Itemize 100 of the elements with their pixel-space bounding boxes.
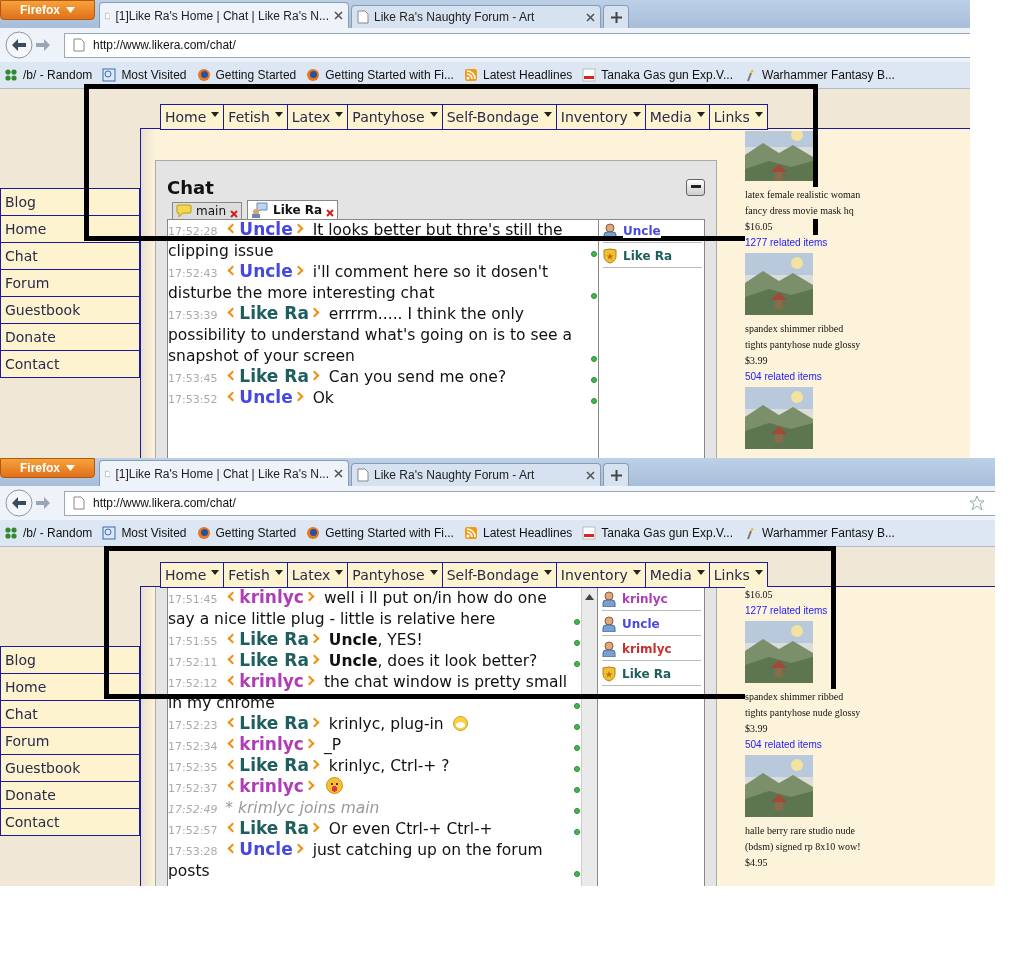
page-icon: [73, 38, 85, 52]
bookmark-label: Getting Started: [215, 68, 297, 82]
bookmark-item[interactable]: Latest Headlines: [463, 526, 573, 540]
user-name[interactable]: Like Ra: [623, 249, 673, 263]
nav-menu-item[interactable]: Pantyhose: [347, 104, 443, 130]
user-name[interactable]: Like Ra: [622, 667, 672, 681]
rss-icon: [463, 526, 478, 540]
new-tab-button[interactable]: [603, 5, 629, 28]
bookmark-item[interactable]: /b/ - Random: [4, 68, 93, 82]
status-dot: [574, 724, 580, 730]
caret-icon: [66, 7, 75, 13]
sidebar-link[interactable]: Home: [0, 215, 140, 242]
user-name[interactable]: krimlyc: [622, 642, 672, 656]
browser-tab[interactable]: [1]Like Ra's Home | Chat | Like Ra's N...: [99, 2, 349, 28]
globe-icon: [306, 526, 321, 540]
nav-menu-item[interactable]: Pantyhose: [347, 562, 443, 588]
chat-message: 17:51:55 Like Ra Uncle, YES!: [168, 630, 424, 651]
nav-menu-item[interactable]: Links: [708, 562, 768, 588]
nav-menu-item[interactable]: Inventory: [555, 562, 646, 588]
caret-icon: [632, 111, 641, 117]
clover-icon: [4, 68, 18, 82]
bookmark-label: /b/ - Random: [23, 526, 93, 540]
shield-icon: [602, 666, 616, 682]
sidebar-link[interactable]: Chat: [0, 700, 140, 727]
sidebar-link[interactable]: Guestbook: [0, 754, 140, 781]
bookmark-item[interactable]: Most Visited: [102, 68, 187, 82]
close-icon[interactable]: [586, 470, 595, 480]
status-dot: [591, 377, 597, 383]
bookmark-label: Most Visited: [121, 68, 187, 82]
url-field[interactable]: http://www.likera.com/chat/: [64, 490, 995, 516]
caret-icon: [696, 111, 705, 117]
caret-icon: [429, 569, 438, 575]
star-icon[interactable]: [969, 495, 985, 511]
caret-icon: [429, 111, 438, 117]
person-icon: [603, 223, 617, 239]
bookmark-item[interactable]: Getting Started: [196, 68, 297, 82]
url-field[interactable]: http://www.likera.com/chat/: [64, 32, 970, 58]
caret-icon: [274, 569, 283, 575]
sidebar-link[interactable]: Home: [0, 673, 140, 700]
nav-menu-item[interactable]: Latex: [286, 104, 349, 130]
nav-menu-item[interactable]: Inventory: [555, 104, 646, 130]
sidebar-link[interactable]: Guestbook: [0, 296, 140, 323]
close-icon[interactable]: [334, 11, 343, 20]
nav-menu-item[interactable]: Self-Bondage: [441, 562, 557, 588]
browser-tab[interactable]: Like Ra's Naughty Forum - Art: [351, 463, 601, 486]
minimize-button[interactable]: [686, 178, 705, 196]
page-icon: [357, 468, 369, 482]
caret-icon: [335, 111, 344, 117]
nav-menu-item[interactable]: Latex: [286, 562, 349, 588]
page-icon: [73, 496, 85, 510]
sidebar-link[interactable]: Blog: [0, 188, 140, 215]
chat-tab[interactable]: main: [172, 202, 242, 219]
user-name[interactable]: Uncle: [622, 617, 660, 631]
bookmark-item[interactable]: Most Visited: [102, 526, 187, 540]
chat-tab[interactable]: Like Ra: [247, 200, 339, 219]
chat-message: 17:53:28 Uncle just catching up on the forum posts: [168, 840, 544, 882]
product-title: (bdsm) signed rp 8x10 wow!: [745, 839, 861, 855]
user-name[interactable]: Uncle: [623, 224, 661, 238]
nav-menu-item[interactable]: Fetish: [223, 104, 288, 130]
caret-icon[interactable]: [585, 594, 594, 600]
nav-menu-item[interactable]: Media: [644, 104, 710, 130]
close-icon[interactable]: [334, 469, 343, 478]
nav-menu-item[interactable]: Media: [644, 562, 710, 588]
sidebar-link[interactable]: Chat: [0, 242, 140, 269]
tab-title: Like Ra's Naughty Forum - Art: [374, 10, 536, 24]
sidebar-link[interactable]: Blog: [0, 646, 140, 673]
bookmark-label: Most Visited: [121, 526, 187, 540]
sidebar-link[interactable]: Contact: [0, 808, 140, 836]
logo-icon: [582, 68, 597, 82]
nav-menu-item[interactable]: Links: [708, 104, 768, 130]
bookmark-label: Latest Headlines: [482, 526, 573, 540]
globe-icon: [196, 526, 211, 540]
close-icon[interactable]: [326, 209, 335, 217]
sidebar-link[interactable]: Donate: [0, 323, 140, 350]
new-tab-button[interactable]: [603, 463, 629, 486]
nav-menu-item[interactable]: Home: [160, 562, 225, 588]
shield-icon: [603, 248, 617, 264]
user-name[interactable]: krinlyc: [622, 592, 668, 606]
bookmark-item[interactable]: Latest Headlines: [463, 68, 573, 82]
chat-message: 17:51:45 krinlyc well i ll put on/in how do one say a nice little plug - little is relative here: [168, 588, 548, 630]
status-dot: [591, 398, 597, 404]
nav-menu-item[interactable]: Self-Bondage: [441, 104, 557, 130]
nav-menu-item[interactable]: Fetish: [223, 562, 288, 588]
browser-tab[interactable]: [1]Like Ra's Home | Chat | Like Ra's N...: [99, 460, 349, 486]
browser-tab[interactable]: Like Ra's Naughty Forum - Art: [351, 5, 601, 28]
sidebar-link[interactable]: Contact: [0, 350, 140, 378]
chat-title: Chat: [167, 176, 214, 198]
status-dot: [574, 703, 580, 709]
sidebar-link[interactable]: Forum: [0, 269, 140, 296]
chat-message: 17:52:37 krinlyc: [168, 777, 573, 798]
sidebar-link[interactable]: Forum: [0, 727, 140, 754]
status-dot: [574, 619, 580, 625]
rss-icon: [463, 68, 478, 82]
close-icon[interactable]: [586, 12, 595, 22]
bookmark-item[interactable]: Getting Started: [196, 526, 297, 540]
status-dot: [574, 871, 580, 877]
close-icon[interactable]: [230, 210, 238, 218]
nav-menu-item[interactable]: Home: [160, 104, 225, 130]
bookmark-item[interactable]: /b/ - Random: [4, 526, 93, 540]
sidebar-link[interactable]: Donate: [0, 781, 140, 808]
